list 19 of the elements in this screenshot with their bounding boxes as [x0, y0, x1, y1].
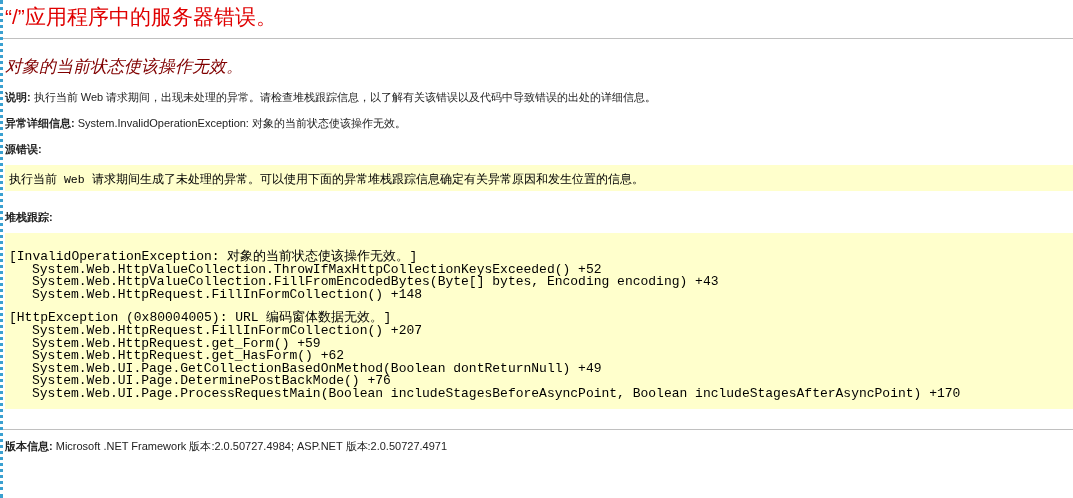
- version-info-text: 版本信息: Microsoft .NET Framework 版本:2.0.50727.4984; ASP.NET 版本:2.0.50727.4971: [5, 438, 449, 454]
- stack-frame: System.Web.UI.Page.ProcessRequestMain(Boolean includeStagesBeforeAsyncPoint, Boolean includeStagesAfterAsyncPoint) +170: [9, 387, 1069, 401]
- page-title: “/”应用程序中的服务器错误。: [5, 4, 278, 30]
- stack-trace-label: 堆栈跟踪:: [5, 210, 54, 225]
- stack-frame: System.Web.UI.Page.DeterminePostBackMode() +76: [9, 375, 1069, 388]
- source-error-label: 源错误:: [5, 142, 43, 157]
- stack-frame: System.Web.HttpRequest.get_Form() +59: [9, 337, 1069, 351]
- exception-details-text: 异常详细信息: System.InvalidOperationException: 对象的当前状态使该操作无效。: [5, 116, 407, 131]
- stack-frame: System.Web.HttpRequest.get_HasForm() +62: [9, 350, 1069, 363]
- stack-frame: System.Web.HttpRequest.FillInFormCollection() +207: [9, 324, 1069, 338]
- stack-frame: System.Web.HttpRequest.FillInFormCollection() +148: [9, 288, 1069, 302]
- error-message: 对象的当前状态使该操作无效。: [5, 56, 244, 78]
- stack-frame: System.Web.HttpValueCollection.FillFromEncodedBytes(Byte[] bytes, Encoding encoding) +43: [9, 276, 1069, 289]
- stack-frame: System.Web.HttpValueCollection.ThrowIfMaxHttpCollectionKeysExceeded() +52: [9, 263, 1069, 277]
- exception-header: [InvalidOperationException: 对象的当前状态使该操作无效。]: [9, 251, 419, 264]
- source-error-text: 执行当前 Web 请求期间生成了未处理的异常。可以使用下面的异常堆栈跟踪信息确定有关异常原因和发生位置的信息。: [9, 173, 644, 186]
- description-text: 说明: 执行当前 Web 请求期间，出现未处理的异常。请检查堆栈跟踪信息，以了解有关该错误以及代码中导致错误的出处的详细信息。: [5, 90, 658, 105]
- exception-header: [HttpException (0x80004005): URL 编码窗体数据无效。]: [9, 312, 392, 325]
- stack-frame: System.Web.UI.Page.GetCollectionBasedOnMethod(Boolean dontReturnNull) +49: [9, 362, 1069, 376]
